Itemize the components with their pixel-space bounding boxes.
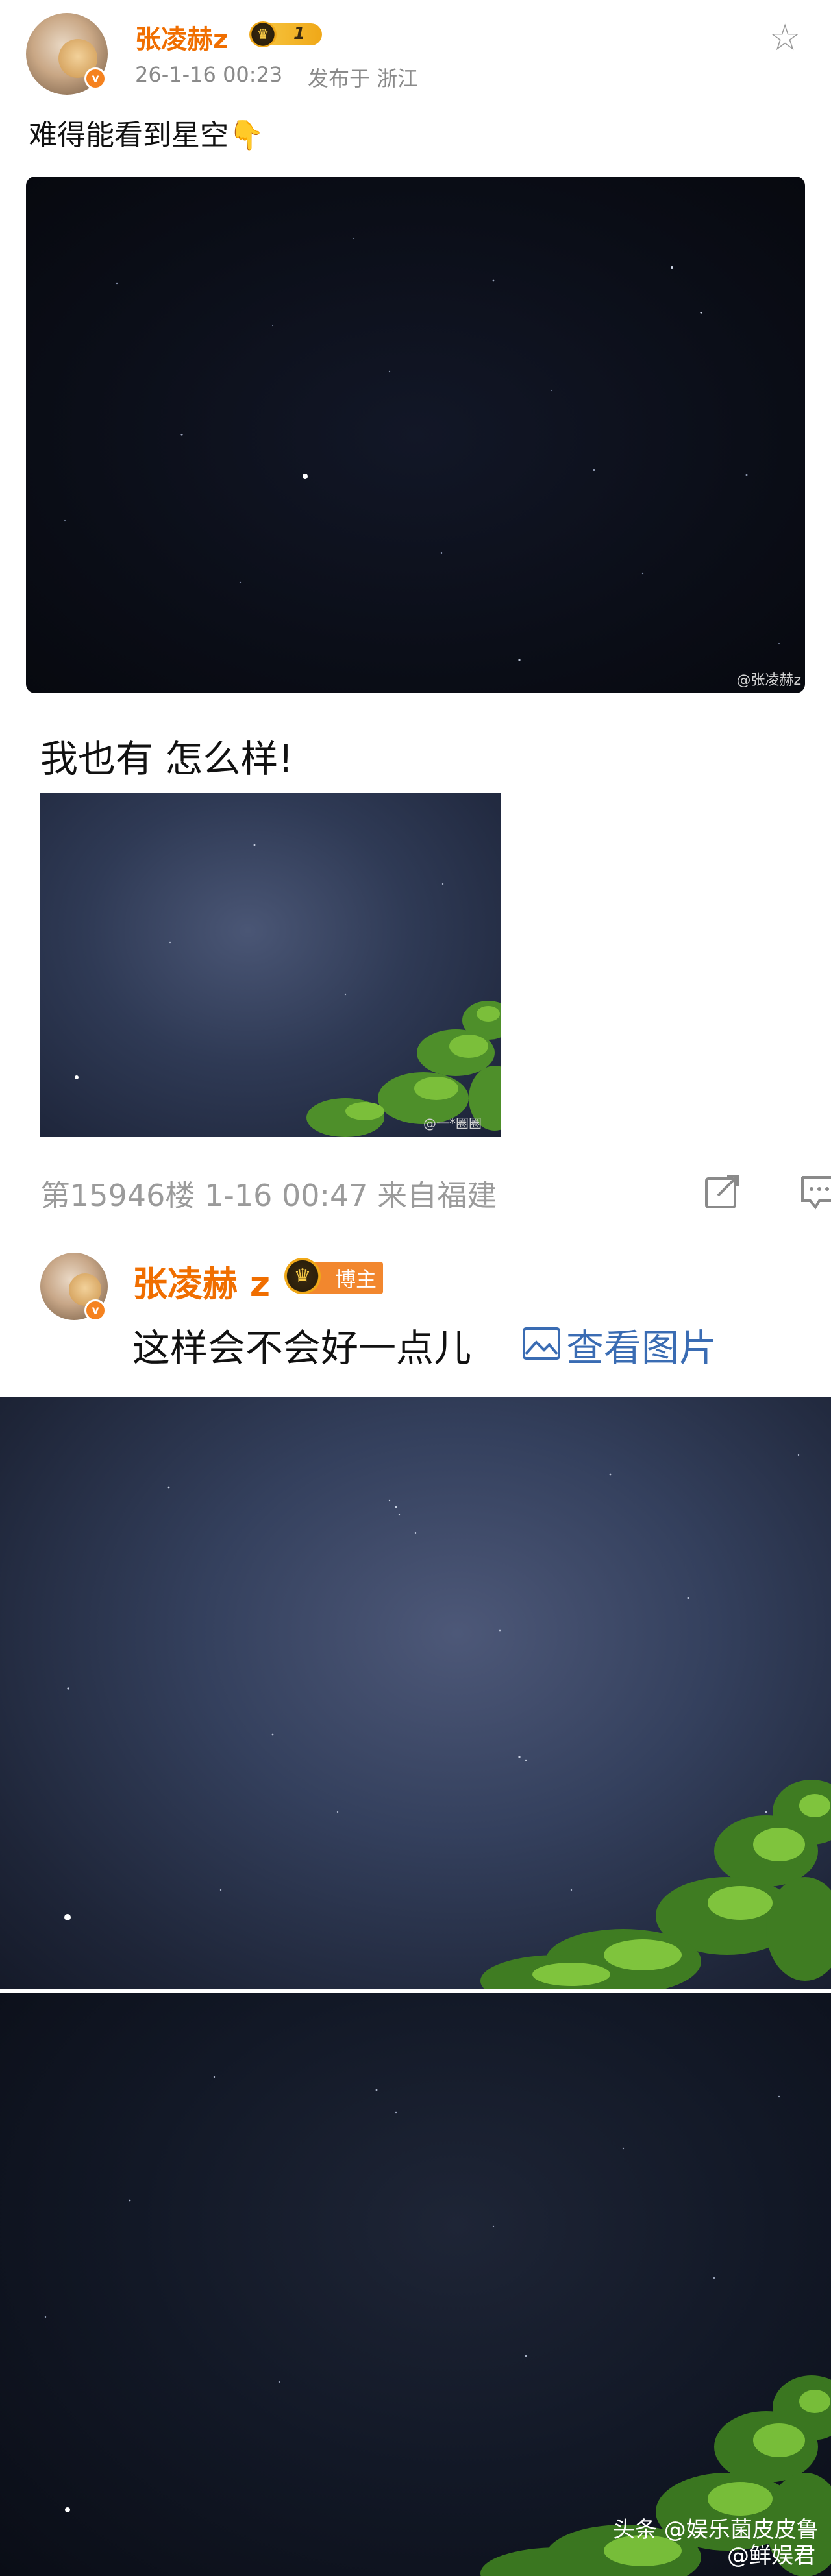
reply-text: 这样会不会好一点儿 — [132, 1326, 472, 1370]
comment-floor-meta: 第15946楼 1-16 00:47 来自福建 — [40, 1178, 497, 1213]
reply-crown-icon: ♛ — [284, 1258, 321, 1294]
reply-photo-2[interactable]: 头条 @娱乐菌皮皮鲁 @鲜娱君 — [0, 1993, 831, 2576]
comment-photo-scene — [75, 844, 501, 1137]
view-image-link[interactable]: 查看图片 — [566, 1318, 717, 1372]
image-icon[interactable] — [522, 1327, 561, 1363]
comment-text: 我也有 怎么样! — [40, 737, 293, 781]
comment-photo[interactable]: @一*圈圈 — [40, 793, 501, 1137]
comment-icon[interactable] — [800, 1172, 831, 1214]
photo-watermark: @张凌赫z — [736, 672, 801, 689]
post-header: v 张凌赫z 1 ♛ 26-1-16 00:23 发布于 浙江 ☆ — [0, 0, 831, 104]
verified-badge: v — [84, 67, 106, 90]
level-number: 1 — [293, 24, 306, 43]
reply-verified-badge: v — [84, 1299, 106, 1321]
reply-photo-1[interactable] — [0, 1397, 831, 1989]
share-icon[interactable] — [702, 1172, 741, 1214]
post-location: 发布于 浙江 — [308, 66, 419, 91]
reply-user-name[interactable]: 张凌赫 z — [132, 1255, 270, 1306]
post-time: 26-1-16 00:23 — [135, 62, 283, 87]
weibo-watermark: @鲜娱君 — [727, 2543, 815, 2569]
star-field — [64, 237, 780, 661]
crown-icon: ♛ — [249, 21, 277, 47]
star-icon[interactable]: ☆ — [769, 17, 801, 59]
post-user-name[interactable]: 张凌赫z — [135, 18, 228, 56]
post-text: 难得能看到星空👇 — [29, 119, 264, 152]
comment-photo-watermark: @一*圈圈 — [423, 1116, 482, 1131]
post-photo[interactable]: @张凌赫z — [26, 177, 805, 693]
reply-photo-2-scene — [44, 2076, 831, 2576]
reply-photo-1-scene — [64, 1454, 831, 1989]
